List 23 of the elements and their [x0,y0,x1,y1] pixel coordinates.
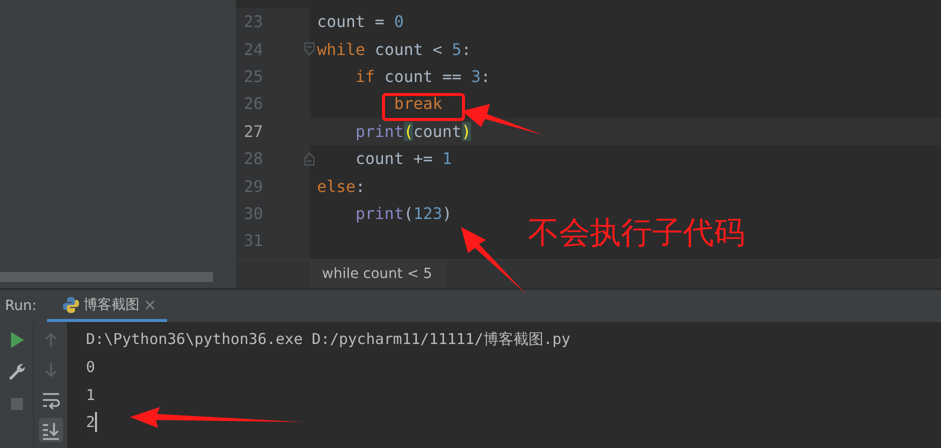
console-output: D:\Python36\python36.exe D:/pycharm11/11111/博客截图.py [86,330,570,350]
console-output: 0 [86,358,96,376]
console-output: 2 [86,413,96,432]
text-cursor [95,412,98,432]
arrow [461,227,526,294]
code-line: print(count) [356,122,472,141]
code-line: else: [317,176,366,196]
breadcrumb[interactable]: while count < 5 [310,260,446,288]
python-icon [62,296,79,314]
annotation-text: 不会执行子代码 [528,214,745,253]
panel-label: Run: [5,298,37,314]
fold-icon[interactable] [304,42,315,56]
line-number: 27 [242,122,263,141]
code-line: count += 1 [356,149,452,168]
code-line: while count < 5: [317,40,472,59]
code-line: if count == 3: [356,66,490,86]
close-icon[interactable] [144,300,155,310]
code-line: break [394,94,442,114]
scrollbar[interactable] [0,272,213,282]
console-output: 1 [86,386,96,404]
code-line: count = 0 [317,12,404,32]
fold-icon[interactable] [304,152,315,166]
code-line: print(123) [356,204,452,223]
